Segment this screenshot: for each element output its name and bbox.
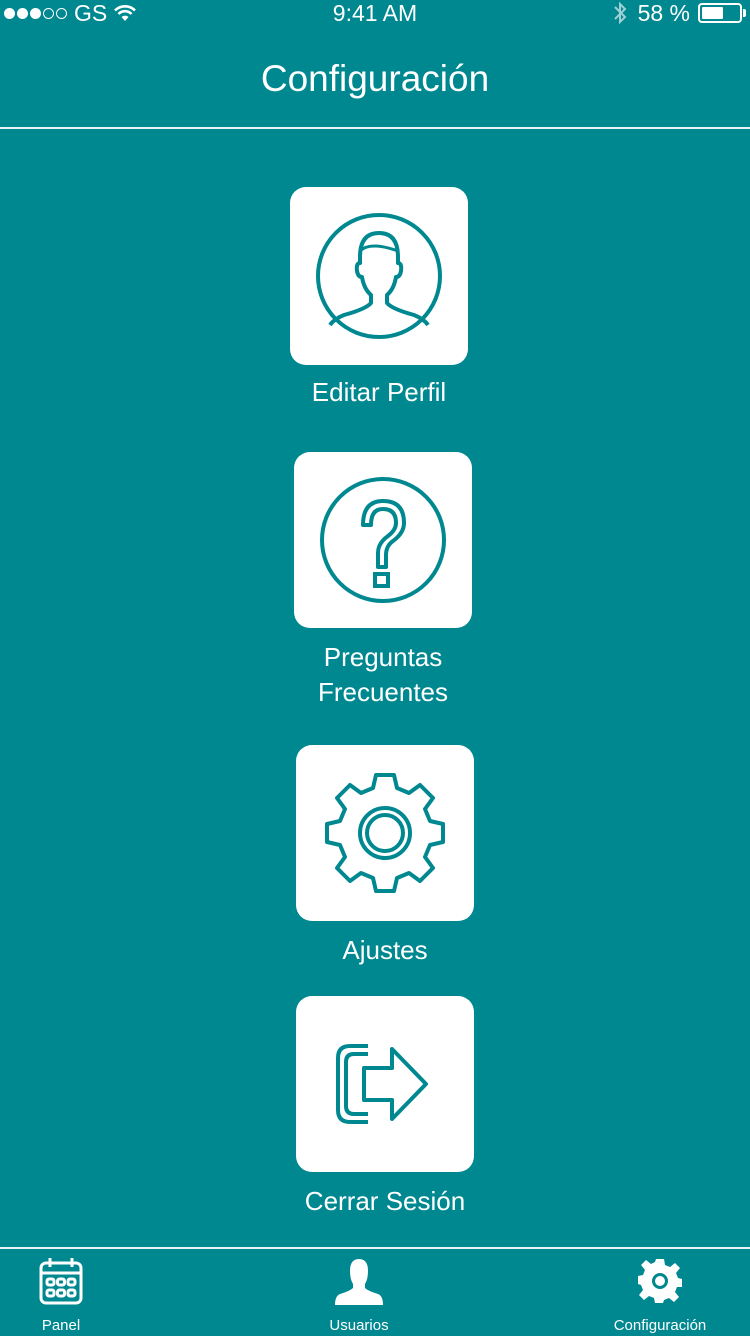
edit-profile-label: Editar Perfil	[311, 377, 447, 407]
tab-users[interactable]: Usuarios	[284, 1249, 434, 1336]
faq-tile[interactable]	[294, 452, 472, 628]
battery-level	[702, 7, 723, 19]
header-divider	[0, 127, 750, 129]
tab-users-label: Usuarios	[329, 1317, 389, 1334]
tab-panel[interactable]: Panel	[0, 1249, 136, 1336]
status-right: 58 %	[612, 0, 746, 26]
battery-tip	[743, 9, 746, 17]
user-profile-icon	[316, 213, 442, 339]
user-icon	[335, 1259, 383, 1305]
gear-icon	[325, 773, 445, 893]
settings-button[interactable]: Ajustes	[296, 745, 474, 965]
tab-settings[interactable]: Configuración	[585, 1249, 735, 1336]
tab-bar: Panel Usuarios Configuración	[0, 1247, 750, 1334]
gear-icon	[638, 1259, 682, 1303]
battery-percent: 58 %	[637, 0, 690, 26]
faq-label-line2: Frecuentes	[317, 677, 449, 707]
question-icon	[320, 477, 446, 603]
tab-settings-label: Configuración	[613, 1317, 707, 1334]
bluetooth-icon	[613, 1, 626, 25]
settings-tile[interactable]	[296, 745, 474, 921]
edit-profile-button[interactable]: Editar Perfil	[290, 187, 468, 407]
faq-button[interactable]: Preguntas Frecuentes	[294, 452, 472, 707]
edit-profile-tile[interactable]	[290, 187, 468, 365]
tab-panel-label: Panel	[41, 1317, 81, 1334]
settings-label: Ajustes	[342, 935, 428, 965]
logout-label: Cerrar Sesión	[304, 1186, 466, 1216]
page-title: Configuración	[260, 58, 490, 99]
status-bar: GS 9:41 AM 58 %	[0, 0, 750, 40]
faq-label: Preguntas Frecuentes	[194, 640, 572, 710]
faq-label-line1: Preguntas	[323, 642, 443, 672]
battery-icon	[698, 3, 742, 23]
logout-button[interactable]: Cerrar Sesión	[296, 996, 474, 1216]
logout-tile[interactable]	[296, 996, 474, 1172]
logout-icon	[336, 1044, 428, 1124]
calendar-icon	[39, 1258, 83, 1305]
